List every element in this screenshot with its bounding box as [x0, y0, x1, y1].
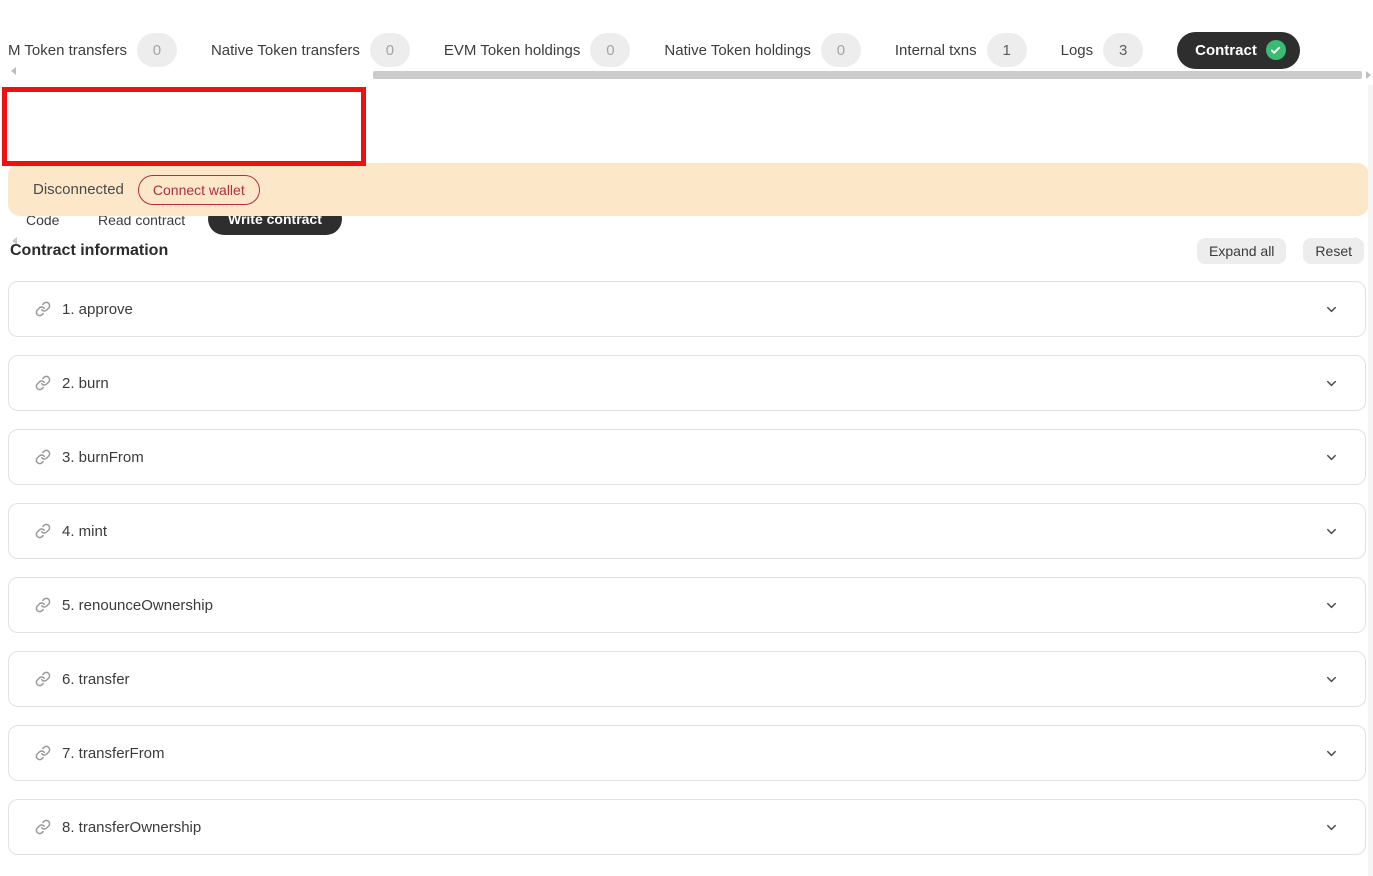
tab-contract[interactable]: Contract: [1177, 31, 1300, 69]
tab-count-badge: 1: [986, 33, 1027, 67]
entity-tabs: M Token transfers 0 Native Token transfe…: [8, 30, 1365, 70]
tabs-scroll-left-icon[interactable]: [11, 67, 16, 75]
tab-token-transfers[interactable]: M Token transfers 0: [8, 33, 177, 67]
link-icon[interactable]: [35, 375, 51, 391]
section-actions: Expand all Reset: [1197, 238, 1364, 264]
chevron-down-icon[interactable]: [1324, 450, 1339, 465]
method-row-mint[interactable]: 4. mint: [8, 503, 1366, 559]
tabs-scrollbar[interactable]: [373, 71, 1362, 79]
chevron-down-icon[interactable]: [1324, 524, 1339, 539]
contract-subtabs: Code Read contract Write contract: [0, 96, 1373, 245]
tab-label: Native Token holdings: [664, 41, 811, 59]
method-label: 6. transfer: [62, 670, 130, 688]
verified-check-icon: [1265, 40, 1286, 60]
method-row-renounceownership[interactable]: 5. renounceOwnership: [8, 577, 1366, 633]
expand-all-button[interactable]: Expand all: [1197, 238, 1287, 264]
tabs-scroll-right-icon[interactable]: [1366, 71, 1371, 79]
tab-native-token-transfers[interactable]: Native Token transfers 0: [211, 33, 410, 67]
method-label: 4. mint: [62, 522, 108, 540]
link-icon[interactable]: [35, 523, 51, 539]
chevron-down-icon[interactable]: [1324, 598, 1339, 613]
contract-information-header: Contract information Expand all Reset: [10, 238, 1364, 264]
tab-internal-txns[interactable]: Internal txns 1: [895, 33, 1027, 67]
chevron-down-icon[interactable]: [1324, 672, 1339, 687]
chevron-down-icon[interactable]: [1324, 376, 1339, 391]
wallet-banner: Disconnected Connect wallet: [8, 163, 1369, 216]
tab-label: M Token transfers: [8, 41, 127, 59]
method-label: 1. approve: [62, 300, 133, 318]
link-icon[interactable]: [35, 597, 51, 613]
method-row-approve[interactable]: 1. approve: [8, 281, 1366, 337]
tab-label: Contract: [1195, 41, 1257, 59]
chevron-down-icon[interactable]: [1324, 302, 1339, 317]
tab-count-badge: 0: [590, 33, 631, 67]
tab-label: Native Token transfers: [210, 41, 360, 59]
chevron-down-icon[interactable]: [1324, 820, 1339, 835]
connect-wallet-button[interactable]: Connect wallet: [137, 174, 260, 205]
tab-logs[interactable]: Logs 3: [1061, 33, 1144, 67]
tab-label: Internal txns: [894, 41, 977, 59]
page-scrollbar-gutter[interactable]: [1368, 85, 1373, 876]
tab-count-badge: 0: [136, 33, 177, 67]
link-icon[interactable]: [35, 671, 51, 687]
wallet-status-text: Disconnected: [33, 181, 124, 198]
tab-count-badge: 0: [820, 33, 861, 67]
tab-label: Logs: [1060, 41, 1094, 59]
tab-count-badge: 0: [369, 33, 410, 67]
tab-label: EVM Token holdings: [443, 41, 581, 59]
method-label: 2. burn: [62, 374, 109, 392]
link-icon[interactable]: [35, 301, 51, 317]
method-label: 8. transferOwnership: [62, 818, 202, 836]
tab-native-token-holdings[interactable]: Native Token holdings 0: [664, 33, 861, 67]
method-row-transferfrom[interactable]: 7. transferFrom: [8, 725, 1366, 781]
method-row-burnfrom[interactable]: 3. burnFrom: [8, 429, 1366, 485]
tab-count-badge: 3: [1103, 33, 1144, 67]
method-label: 7. transferFrom: [62, 744, 165, 762]
reset-button[interactable]: Reset: [1303, 238, 1364, 264]
link-icon[interactable]: [35, 819, 51, 835]
method-row-burn[interactable]: 2. burn: [8, 355, 1366, 411]
contract-page: M Token transfers 0 Native Token transfe…: [0, 0, 1373, 876]
write-methods-list: 1. approve 2. burn 3. burnFrom 4. mint 5…: [8, 281, 1366, 855]
method-label: 3. burnFrom: [62, 448, 144, 466]
link-icon[interactable]: [35, 745, 51, 761]
chevron-down-icon[interactable]: [1324, 746, 1339, 761]
method-row-transferownership[interactable]: 8. transferOwnership: [8, 799, 1366, 855]
method-label: 5. renounceOwnership: [62, 596, 213, 614]
tab-evm-token-holdings[interactable]: EVM Token holdings 0: [443, 33, 631, 67]
link-icon[interactable]: [35, 449, 51, 465]
method-row-transfer[interactable]: 6. transfer: [8, 651, 1366, 707]
section-title: Contract information: [10, 242, 169, 259]
